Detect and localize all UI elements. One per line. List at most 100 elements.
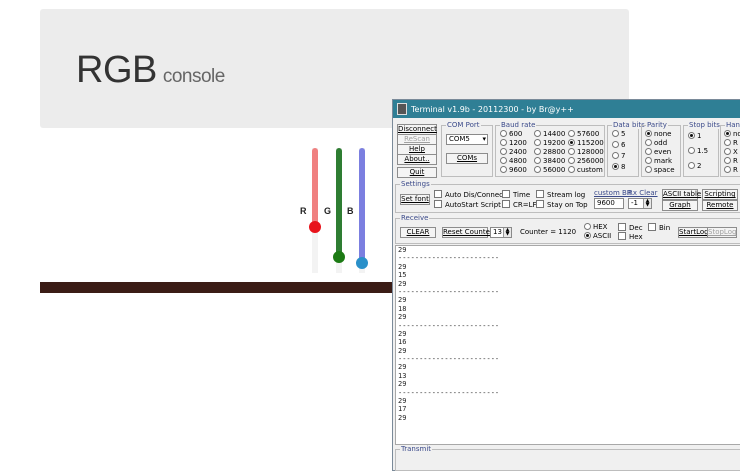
spin-arrows-icon[interactable]: ▲ ▼ [643,199,651,208]
ascii-radio-label: ASCII [593,232,612,240]
radio-circle [724,130,731,137]
baud-rate-option[interactable]: 1200 [500,139,527,147]
hex-radio-label: HEX [593,223,608,231]
graph-button[interactable]: Graph [662,200,698,211]
baud-rate-option[interactable]: 4800 [500,157,527,165]
receive-line: 17 [398,405,407,414]
receive-lines: 29 ------------------------ 29 15 29 --------… [396,246,740,431]
baud-rate-option[interactable]: 28800 [534,148,565,156]
baud-rate-option[interactable]: 600 [500,130,522,138]
com-port-value: COM5 [449,135,470,143]
handshaking-option-label: R [733,139,738,147]
rx-clear-label: Rx Clear [628,189,658,197]
coms-button[interactable]: COMs [446,153,488,164]
rx-clear-input[interactable]: -1 ▲ ▼ [628,198,652,209]
baud-rate-option[interactable]: 57600 [568,130,599,138]
stop-bits-option[interactable]: 2 [688,162,701,170]
handshaking-group: Hands noRXRR [720,121,740,177]
slider-knob-r[interactable] [309,220,321,233]
parity-option-label: none [654,130,672,138]
clear-button[interactable]: CLEAR [400,227,436,238]
receive-textarea[interactable]: 29 ------------------------ 29 15 29 --------… [395,245,740,445]
baud-rate-option-label: 56000 [543,166,566,174]
stop-bits-option[interactable]: 1 [688,132,701,140]
autostart-script-checkbox[interactable]: AutoStart Script [434,200,501,209]
ascii-radio[interactable]: ASCII [584,232,611,240]
radio-circle [534,139,541,146]
transmit-title: Transmit [400,445,433,453]
data-bits-option[interactable]: 7 [612,152,625,160]
auto-dis-connect-checkbox[interactable]: Auto Dis/Connect [434,190,506,199]
dec-checkbox[interactable]: Dec [618,223,643,232]
cr-lf-checkbox[interactable]: CR=LF [502,200,537,209]
handshaking-option[interactable]: R [724,157,738,165]
custom-br-input[interactable]: 9600 [594,198,624,209]
handshaking-option[interactable]: R [724,166,738,174]
hex-checkbox[interactable]: Hex [618,232,643,241]
remote-button[interactable]: Remote [702,200,738,211]
scripting-button[interactable]: Scripting [702,189,738,200]
terminal-titlebar[interactable]: Terminal v1.9b - 20112300 - by Br@y++ [393,100,740,118]
handshaking-option[interactable]: no [724,130,740,138]
data-bits-option[interactable]: 8 [612,163,625,171]
radio-circle [612,130,619,137]
radio-circle [534,130,541,137]
baud-rate-option[interactable]: 9600 [500,166,527,174]
receive-line: 18 [398,304,407,313]
handshaking-option[interactable]: X [724,148,738,156]
counter-input[interactable]: 13 ▲ ▼ [490,227,512,238]
baud-rate-option[interactable]: 256000 [568,157,604,165]
bin-checkbox[interactable]: Bin [648,223,670,232]
baud-rate-option[interactable]: 14400 [534,130,565,138]
parity-option[interactable]: space [645,166,675,174]
data-bits-option[interactable]: 6 [612,141,625,149]
stop-bits-option[interactable]: 1.5 [688,147,708,155]
receive-line: 29 [398,246,407,254]
parity-title: Parity [646,121,668,129]
radio-circle [645,157,652,164]
radio-circle [500,166,507,173]
settings-title: Settings [400,180,431,188]
parity-option[interactable]: even [645,148,671,156]
radio-circle [568,157,575,164]
baud-rate-option[interactable]: 128000 [568,148,604,156]
baud-rate-option[interactable]: 19200 [534,139,565,147]
parity-option-label: odd [654,139,668,147]
start-log-button[interactable]: StartLog [678,227,709,238]
baud-rate-option-label: 1200 [509,139,527,147]
slider-knob-g[interactable] [333,250,345,263]
spin-arrows-icon[interactable]: ▲ ▼ [503,228,511,237]
data-bits-option-label: 5 [621,130,626,138]
about-button[interactable]: About.. [397,154,437,165]
data-bits-option-label: 7 [621,152,626,160]
baud-rate-option-label: 128000 [577,148,604,156]
stream-log-checkbox[interactable]: Stream log [536,190,585,199]
handshaking-option[interactable]: R [724,139,738,147]
stay-on-top-checkbox[interactable]: Stay on Top [536,200,588,209]
com-port-select[interactable]: COM5 ▾ [446,134,488,145]
time-checkbox[interactable]: Time [502,190,530,199]
baud-rate-option-label: 2400 [509,148,527,156]
baud-rate-option[interactable]: 56000 [534,166,565,174]
baud-rate-option[interactable]: custom [568,166,603,174]
parity-option[interactable]: none [645,130,671,138]
ascii-table-button[interactable]: ASCII table [662,189,701,200]
baud-rate-option-label: 38400 [543,157,566,165]
quit-button[interactable]: Quit [397,167,437,178]
baud-rate-title: Baud rate [500,121,537,129]
baud-rate-option[interactable]: 2400 [500,148,527,156]
set-font-button[interactable]: Set font [400,194,430,205]
baud-rate-option-label: 28800 [543,148,566,156]
stop-bits-option-label: 1 [697,132,702,140]
parity-option[interactable]: odd [645,139,667,147]
data-bits-option[interactable]: 5 [612,130,625,138]
baud-rate-option[interactable]: 115200 [568,139,604,147]
reset-counter-button[interactable]: Reset Counter [442,227,493,238]
stop-log-button[interactable]: StopLog [707,227,737,238]
receive-line: 29 [398,346,407,355]
slider-knob-b[interactable] [356,257,368,269]
baud-rate-option[interactable]: 38400 [534,157,565,165]
baud-rate-option-label: 600 [509,130,523,138]
hex-radio[interactable]: HEX [584,223,607,231]
parity-option[interactable]: mark [645,157,672,165]
